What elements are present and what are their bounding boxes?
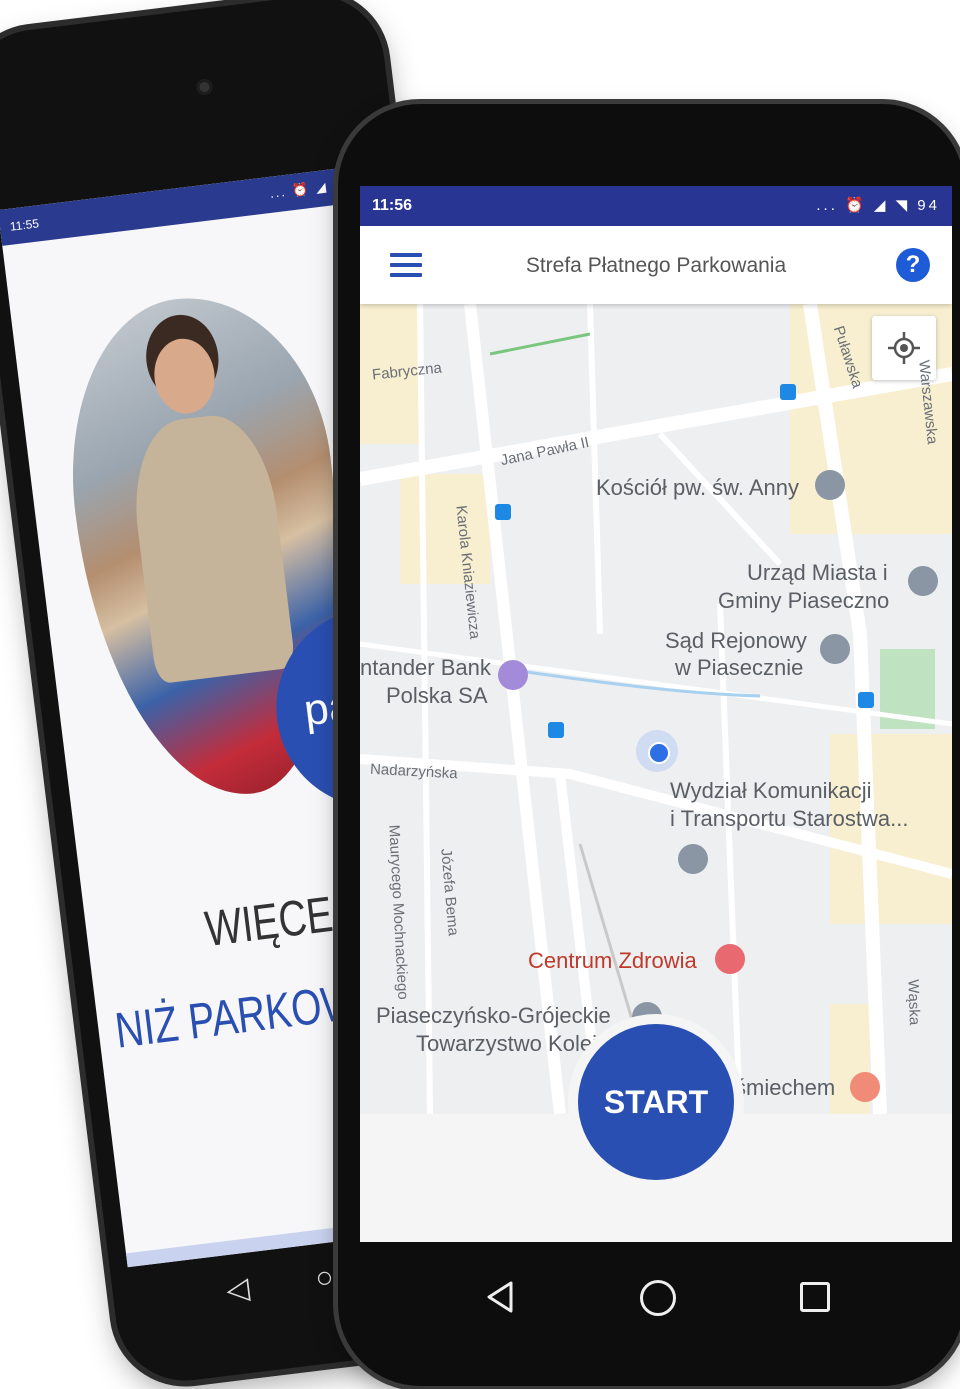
nav-home-icon[interactable]: ○	[313, 1260, 335, 1296]
front-phone-nav-bar	[360, 1242, 952, 1352]
bus-stop-icon[interactable]	[495, 504, 511, 520]
hospital-pin-icon[interactable]	[715, 944, 745, 974]
bus-stop-icon[interactable]	[858, 692, 874, 708]
place-label[interactable]: Kościół pw. św. Anny	[596, 475, 799, 500]
status-icons: ... ⏰ ◢ ◥ 94	[816, 197, 940, 214]
nav-home-icon[interactable]	[640, 1280, 676, 1316]
bank-pin-icon[interactable]	[498, 660, 528, 690]
photo-person-head	[150, 335, 219, 418]
place-label[interactable]: Wydział Komunikacji	[670, 778, 872, 803]
place-label[interactable]: ntander Bank	[360, 655, 491, 680]
start-button[interactable]: START	[578, 1024, 734, 1180]
bus-stop-icon[interactable]	[548, 722, 564, 738]
government-pin-icon[interactable]	[908, 566, 938, 596]
front-phone-screen: 11:56 ... ⏰ ◢ ◥ 94 Strefa Płatnego Parko…	[360, 186, 952, 1242]
restaurant-pin-icon[interactable]	[850, 1072, 880, 1102]
place-label[interactable]: i Transportu Starostwa...	[670, 806, 908, 831]
current-location-marker	[636, 730, 678, 772]
place-label[interactable]: Sąd Rejonowy	[665, 628, 807, 653]
place-label[interactable]: w Piasecznie	[675, 655, 803, 680]
photo-person-coat	[125, 409, 296, 685]
court-pin-icon[interactable]	[820, 634, 850, 664]
government-pin-icon[interactable]	[678, 844, 708, 874]
status-bar: 11:56 ... ⏰ ◢ ◥ 94	[360, 186, 952, 226]
app-title: Strefa Płatnego Parkowania	[525, 254, 787, 277]
nav-recent-icon[interactable]	[800, 1282, 830, 1312]
church-pin-icon[interactable]	[815, 470, 845, 500]
place-label[interactable]: Centrum Zdrowia	[528, 948, 697, 973]
place-label[interactable]: śmiechem	[735, 1075, 835, 1100]
street-label: Wąska	[904, 979, 923, 1026]
status-time: 11:56	[372, 197, 413, 214]
app-bar: Strefa Płatnego Parkowania ?	[360, 226, 952, 304]
map-roads	[360, 304, 952, 1114]
status-time: 11:55	[9, 216, 40, 234]
place-label[interactable]: Towarzystwo Kolei...	[416, 1031, 615, 1056]
place-label[interactable]: Polska SA	[386, 683, 488, 708]
map-view[interactable]: Fabryczna Jana Pawła II Karola Kniaziewi…	[360, 304, 952, 1114]
nav-back-icon[interactable]	[485, 1280, 515, 1314]
bus-stop-icon[interactable]	[780, 384, 796, 400]
place-label[interactable]: Urząd Miasta i	[747, 560, 888, 585]
front-phone: 11:56 ... ⏰ ◢ ◥ 94 Strefa Płatnego Parko…	[338, 104, 960, 1386]
place-label[interactable]: Piaseczyńsko-Grójeckie	[376, 1003, 611, 1028]
nav-back-icon[interactable]: ◁	[224, 1271, 251, 1309]
help-icon[interactable]: ?	[896, 248, 930, 282]
place-label[interactable]: Gminy Piaseczno	[718, 588, 889, 613]
